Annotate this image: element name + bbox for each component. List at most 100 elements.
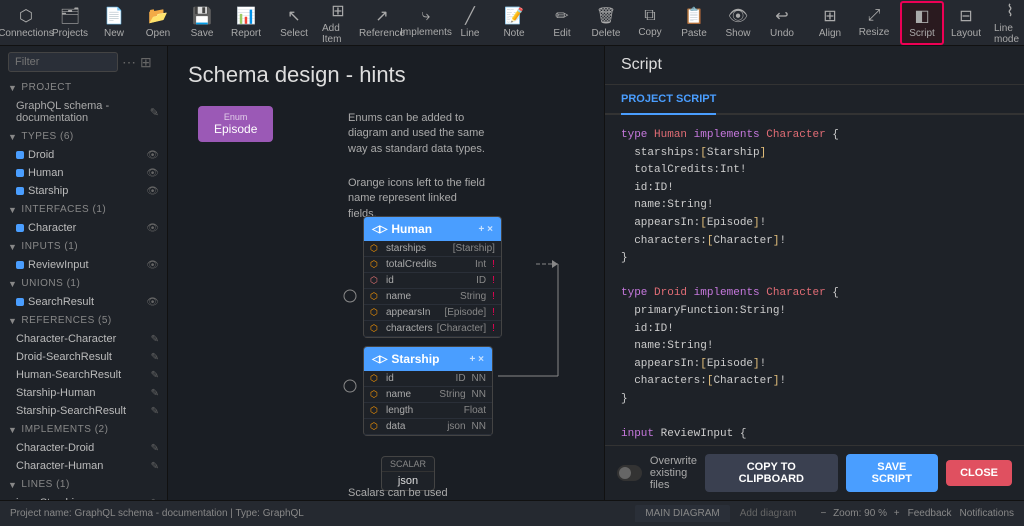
toolbar-connections[interactable]: ⬡ Connections xyxy=(4,1,48,45)
new-icon: 📄 xyxy=(104,6,124,26)
delete-icon: 🗑 xyxy=(596,6,616,26)
toolbar-show-label: Show xyxy=(725,28,750,39)
references-arrow: ▼ xyxy=(8,316,17,326)
ref-starship-human-edit[interactable]: ✎ xyxy=(151,388,159,399)
close-button[interactable]: CLOSE xyxy=(946,460,1012,486)
ref-char-char-edit[interactable]: ✎ xyxy=(151,334,159,345)
toolbar-select[interactable]: ↖ Select xyxy=(272,1,316,45)
sidebar-item-droid[interactable]: Droid 👁 xyxy=(0,146,167,164)
sidebar-ref-char-char[interactable]: Character-Character ✎ xyxy=(0,330,167,348)
sidebar-section-types[interactable]: ▼ TYPES (6) xyxy=(0,127,167,146)
human-entity[interactable]: ◁▷ Human + × ⬡ starships [Starship] ⬡ to… xyxy=(363,216,502,338)
save-script-button[interactable]: SAVE SCRIPT xyxy=(846,454,939,492)
toolbar-align[interactable]: ⊞ Align xyxy=(808,1,852,45)
toolbar-layout[interactable]: ⊟ Layout xyxy=(944,1,988,45)
script-code-area[interactable]: type Human implements Character { starsh… xyxy=(605,115,1024,445)
overwrite-toggle[interactable] xyxy=(617,465,642,481)
toolbar-note[interactable]: 📝 Note xyxy=(492,1,536,45)
sidebar-section-lines[interactable]: ▼ LINES (1) xyxy=(0,475,167,494)
sidebar-item-starship[interactable]: Starship 👁 xyxy=(0,182,167,200)
zoom-in-icon[interactable]: + xyxy=(894,508,900,519)
sname-icon: ⬡ xyxy=(370,389,382,400)
ref-starship-sr-edit[interactable]: ✎ xyxy=(151,406,159,417)
sidebar-ref-human-sr[interactable]: Human-SearchResult ✎ xyxy=(0,366,167,384)
starships-icon: ⬡ xyxy=(370,243,382,254)
tc-icon: ⬡ xyxy=(370,259,382,270)
sidebar-impl-char-droid[interactable]: Character-Droid ✎ xyxy=(0,439,167,457)
toolbar-script[interactable]: ◧ Script xyxy=(900,1,944,45)
toolbar-copy[interactable]: ⧉ Copy xyxy=(628,1,672,45)
toolbar-save[interactable]: 💾 Save xyxy=(180,1,224,45)
impl-char-human-edit[interactable]: ✎ xyxy=(151,461,159,472)
notifications-button[interactable]: Notifications xyxy=(960,508,1014,519)
sidebar-impl-char-human[interactable]: Character-Human ✎ xyxy=(0,457,167,475)
sidebar-item-character[interactable]: Character 👁 xyxy=(0,219,167,237)
reviewinput-eye-icon[interactable]: 👁 xyxy=(146,260,159,271)
searchresult-eye-icon[interactable]: 👁 xyxy=(146,297,159,308)
open-icon: 📂 xyxy=(148,6,168,26)
sidebar-ref-droid-sr[interactable]: Droid-SearchResult ✎ xyxy=(0,348,167,366)
project-arrow: ▼ xyxy=(8,83,17,93)
sidebar-item-project-name[interactable]: GraphQL schema - documentation ✎ xyxy=(0,97,167,127)
add-diagram-button[interactable]: Add diagram xyxy=(732,505,805,522)
toolbar-script-label: Script xyxy=(909,28,935,39)
sidebar-section-inputs[interactable]: ▼ INPUTS (1) xyxy=(0,237,167,256)
toolbar-reference[interactable]: ↗ Reference xyxy=(360,1,404,45)
toolbar-additem[interactable]: ⊞ Add Item xyxy=(316,1,360,45)
copy-to-clipboard-button[interactable]: COPY TO CLIPBOARD xyxy=(705,454,838,492)
implements-icon: ⤷ xyxy=(422,7,431,25)
droid-eye-icon[interactable]: 👁 xyxy=(146,150,159,161)
zoom-level: Zoom: 90 % xyxy=(833,508,887,519)
ref-droid-sr-edit[interactable]: ✎ xyxy=(151,352,159,363)
toolbar: ⬡ Connections 🗂 Projects 📄 New 📂 Open 💾 … xyxy=(0,0,1024,46)
sidebar-ref-starship-sr[interactable]: Starship-SearchResult ✎ xyxy=(0,402,167,420)
ai-icon: ⬡ xyxy=(370,307,382,318)
filter-options-icon[interactable]: ⋯ xyxy=(122,54,136,71)
sidebar-line-json-starship[interactable]: json-Starship ✎ xyxy=(0,494,167,500)
toolbar-projects[interactable]: 🗂 Projects xyxy=(48,1,92,45)
toolbar-delete[interactable]: 🗑 Delete xyxy=(584,1,628,45)
toolbar-paste[interactable]: 📋 Paste xyxy=(672,1,716,45)
starship-entity[interactable]: ◁▷ Starship + × ⬡ id ID NN ⬡ name String… xyxy=(363,346,493,436)
filter-input[interactable] xyxy=(8,52,118,72)
toolbar-save-label: Save xyxy=(191,28,214,39)
toolbar-implements[interactable]: ⤷ Implements xyxy=(404,1,448,45)
sidebar-section-implements[interactable]: ▼ IMPLEMENTS (2) xyxy=(0,420,167,439)
ref-human-sr-edit[interactable]: ✎ xyxy=(151,370,159,381)
character-eye-icon[interactable]: 👁 xyxy=(146,223,159,234)
toolbar-undo[interactable]: ↩ Undo xyxy=(760,1,804,45)
starship-eye-icon[interactable]: 👁 xyxy=(146,186,159,197)
human-eye-icon[interactable]: 👁 xyxy=(146,168,159,179)
main-diagram-tab[interactable]: MAIN DIAGRAM xyxy=(635,505,729,522)
toolbar-show[interactable]: 👁 Show xyxy=(716,1,760,45)
inputs-arrow: ▼ xyxy=(8,242,17,252)
impl-char-droid-edit[interactable]: ✎ xyxy=(151,443,159,454)
align-icon: ⊞ xyxy=(823,6,836,26)
project-edit-icon[interactable]: ✎ xyxy=(150,106,159,119)
sidebar-item-searchresult[interactable]: SearchResult 👁 xyxy=(0,293,167,311)
toolbar-new[interactable]: 📄 New xyxy=(92,1,136,45)
toolbar-projects-label: Projects xyxy=(52,28,88,39)
note-icon: 📝 xyxy=(504,6,524,26)
toolbar-line[interactable]: ╱ Line xyxy=(448,1,492,45)
feedback-button[interactable]: Feedback xyxy=(908,508,952,519)
filter-grid-icon[interactable]: ⊞ xyxy=(140,54,152,71)
toolbar-resize[interactable]: ⤢ Resize xyxy=(852,1,896,45)
sidebar-section-unions[interactable]: ▼ UNIONS (1) xyxy=(0,274,167,293)
zoom-out-icon[interactable]: − xyxy=(820,508,826,519)
toolbar-new-label: New xyxy=(104,28,124,39)
toolbar-edit[interactable]: ✏ Edit xyxy=(540,1,584,45)
sidebar-section-project[interactable]: ▼ PROJECT xyxy=(0,78,167,97)
tab-project-script[interactable]: PROJECT SCRIPT xyxy=(621,85,716,115)
line-json-starship-edit[interactable]: ✎ xyxy=(151,498,159,501)
sidebar-item-human[interactable]: Human 👁 xyxy=(0,164,167,182)
sidebar-item-reviewinput[interactable]: ReviewInput 👁 xyxy=(0,256,167,274)
sidebar-ref-starship-human[interactable]: Starship-Human ✎ xyxy=(0,384,167,402)
sidebar-section-interfaces[interactable]: ▼ INTERFACES (1) xyxy=(0,200,167,219)
toolbar-linemode[interactable]: ⌇ Line mode xyxy=(988,1,1024,45)
episode-entity[interactable]: Enum Episode xyxy=(198,106,273,142)
slength-icon: ⬡ xyxy=(370,405,382,416)
sidebar-section-references[interactable]: ▼ REFERENCES (5) xyxy=(0,311,167,330)
toolbar-report[interactable]: 📊 Report xyxy=(224,1,268,45)
toolbar-open[interactable]: 📂 Open xyxy=(136,1,180,45)
